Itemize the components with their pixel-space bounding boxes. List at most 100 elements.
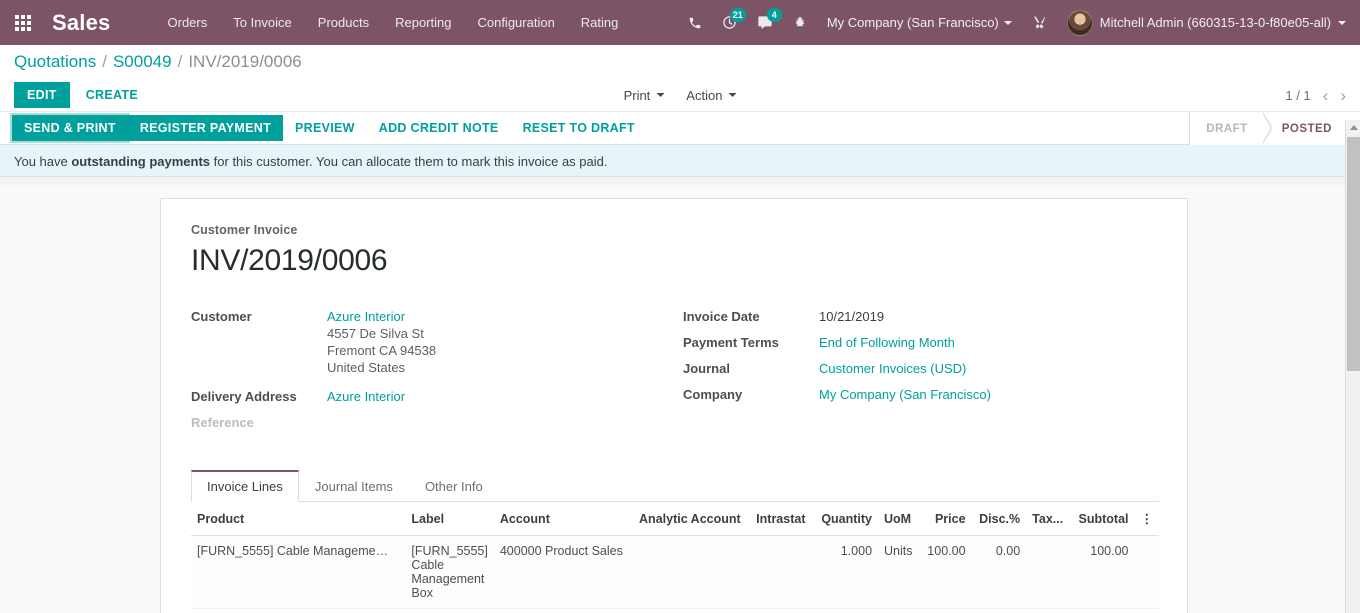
column-header-intrastat[interactable]: Intrastat xyxy=(750,502,813,536)
preview-button[interactable]: PREVIEW xyxy=(283,115,367,141)
send-and-print-button[interactable]: SEND & PRINT xyxy=(12,115,128,141)
user-name: Mitchell Admin (660315-13-0-f80e05-all) xyxy=(1100,15,1331,30)
action-dropdown[interactable]: Action xyxy=(686,88,736,103)
breadcrumb-item-current: INV/2019/0006 xyxy=(188,52,301,72)
cell-subtotal: 100.00 xyxy=(1071,536,1135,609)
action-label: Action xyxy=(686,88,722,103)
field-value-delivery-address: Azure Interior xyxy=(327,388,405,405)
register-payment-button[interactable]: REGISTER PAYMENT xyxy=(128,115,283,141)
pager-value: 1 / 1 xyxy=(1285,88,1310,103)
avatar xyxy=(1067,10,1093,36)
customer-address-line-1: 4557 De Silva St xyxy=(327,325,436,342)
app-brand-sales[interactable]: Sales xyxy=(46,10,117,36)
column-header-tax[interactable]: Tax... xyxy=(1026,502,1070,536)
edit-button[interactable]: EDIT xyxy=(14,82,70,108)
cell-intrastat[interactable] xyxy=(750,536,813,609)
add-credit-note-button[interactable]: ADD CREDIT NOTE xyxy=(367,115,511,141)
table-body: [FURN_5555] Cable Management ... [FURN_5… xyxy=(191,536,1159,609)
messages-button[interactable]: 4 xyxy=(747,0,783,45)
notebook-tabs: Invoice Lines Journal Items Other Info xyxy=(191,469,1159,502)
form-content-area: Customer Invoice INV/2019/0006 Customer … xyxy=(0,185,1360,613)
field-label-customer: Customer xyxy=(191,308,327,324)
phone-button[interactable] xyxy=(678,0,712,45)
field-value-payment-terms: End of Following Month xyxy=(819,334,955,351)
alert-text-before: You have xyxy=(14,154,71,169)
field-company: Company My Company (San Francisco) xyxy=(683,386,1143,403)
journal-link[interactable]: Customer Invoices (USD) xyxy=(819,361,966,376)
tab-journal-items[interactable]: Journal Items xyxy=(299,470,409,502)
field-reference: Reference xyxy=(191,414,673,430)
debug-button[interactable] xyxy=(783,0,817,45)
chevron-down-icon xyxy=(1338,21,1346,25)
messages-count-badge: 4 xyxy=(767,8,782,22)
column-header-product[interactable]: Product xyxy=(191,502,405,536)
record-type-label: Customer Invoice xyxy=(191,223,1159,237)
tab-other-info[interactable]: Other Info xyxy=(409,470,499,502)
cell-tax[interactable] xyxy=(1026,536,1070,609)
column-header-quantity[interactable]: Quantity xyxy=(813,502,878,536)
optional-columns-toggle[interactable]: ⋮ xyxy=(1135,502,1160,536)
menu-item-to-invoice[interactable]: To Invoice xyxy=(220,0,305,45)
user-menu[interactable]: Mitchell Admin (660315-13-0-f80e05-all) xyxy=(1057,0,1352,45)
menu-item-rating[interactable]: Rating xyxy=(568,0,632,45)
column-header-uom[interactable]: UoM xyxy=(878,502,920,536)
pager: 1 / 1 ‹ › xyxy=(1285,87,1346,104)
control-panel: EDIT CREATE Print Action 1 / 1 ‹ › xyxy=(0,79,1360,111)
breadcrumb-item-quotations[interactable]: Quotations xyxy=(14,52,96,72)
table-row[interactable]: [FURN_5555] Cable Management ... [FURN_5… xyxy=(191,536,1159,609)
field-label-payment-terms: Payment Terms xyxy=(683,334,819,350)
field-label-invoice-date: Invoice Date xyxy=(683,308,819,324)
print-label: Print xyxy=(624,88,651,103)
menu-item-products[interactable]: Products xyxy=(305,0,382,45)
form-fields: Customer Azure Interior 4557 De Silva St… xyxy=(191,308,1159,439)
status-stage-posted[interactable]: POSTED xyxy=(1262,112,1346,145)
column-header-price[interactable]: Price xyxy=(920,502,972,536)
field-value-invoice-date: 10/21/2019 xyxy=(819,308,884,325)
create-button[interactable]: CREATE xyxy=(74,83,150,107)
customer-link[interactable]: Azure Interior xyxy=(327,309,405,324)
cell-label[interactable]: [FURN_5555] Cable Management Box xyxy=(405,536,493,609)
scroll-up-button[interactable] xyxy=(1346,120,1360,135)
status-stage-draft[interactable]: DRAFT xyxy=(1189,112,1261,145)
activities-button[interactable]: 21 xyxy=(712,0,747,45)
column-header-account[interactable]: Account xyxy=(494,502,633,536)
tab-invoice-lines[interactable]: Invoice Lines xyxy=(191,470,299,502)
vertical-scrollbar[interactable] xyxy=(1345,120,1360,613)
breadcrumb-item-s00049[interactable]: S00049 xyxy=(113,52,172,72)
print-dropdown[interactable]: Print xyxy=(624,88,665,103)
phone-icon xyxy=(688,16,702,30)
company-switcher[interactable]: My Company (San Francisco) xyxy=(817,0,1022,45)
company-link[interactable]: My Company (San Francisco) xyxy=(819,387,991,402)
cell-account[interactable]: 400000 Product Sales xyxy=(494,536,633,609)
reset-to-draft-button[interactable]: RESET TO DRAFT xyxy=(511,115,647,141)
field-label-reference: Reference xyxy=(191,414,327,430)
page-title: INV/2019/0006 xyxy=(191,244,1159,278)
column-header-label[interactable]: Label xyxy=(405,502,493,536)
column-header-discount[interactable]: Disc.% xyxy=(972,502,1027,536)
chevron-down-icon xyxy=(656,93,664,97)
menu-item-configuration[interactable]: Configuration xyxy=(464,0,567,45)
apps-menu-button[interactable] xyxy=(0,0,46,45)
status-pipeline: DRAFT POSTED xyxy=(1189,112,1346,145)
scrollbar-thumb[interactable] xyxy=(1347,137,1360,371)
bug-icon xyxy=(793,16,807,30)
payment-terms-link[interactable]: End of Following Month xyxy=(819,335,955,350)
cell-analytic-account[interactable] xyxy=(633,536,750,609)
cell-discount[interactable]: 0.00 xyxy=(972,536,1027,609)
developer-tools-button[interactable] xyxy=(1022,0,1057,45)
cell-product[interactable]: [FURN_5555] Cable Management ... xyxy=(191,536,405,609)
column-header-subtotal[interactable]: Subtotal xyxy=(1071,502,1135,536)
top-navbar: Sales Orders To Invoice Products Reporti… xyxy=(0,0,1360,45)
field-label-journal: Journal xyxy=(683,360,819,376)
table-header: Product Label Account Analytic Account I… xyxy=(191,502,1159,536)
cell-price[interactable]: 100.00 xyxy=(920,536,972,609)
column-header-analytic-account[interactable]: Analytic Account xyxy=(633,502,750,536)
cell-quantity[interactable]: 1.000 xyxy=(813,536,878,609)
pager-previous-icon[interactable]: ‹ xyxy=(1323,87,1329,104)
wrench-screwdriver-icon xyxy=(1032,15,1047,30)
menu-item-orders[interactable]: Orders xyxy=(155,0,221,45)
menu-item-reporting[interactable]: Reporting xyxy=(382,0,464,45)
pager-next-icon[interactable]: › xyxy=(1340,87,1346,104)
cell-uom[interactable]: Units xyxy=(878,536,920,609)
delivery-address-link[interactable]: Azure Interior xyxy=(327,389,405,404)
